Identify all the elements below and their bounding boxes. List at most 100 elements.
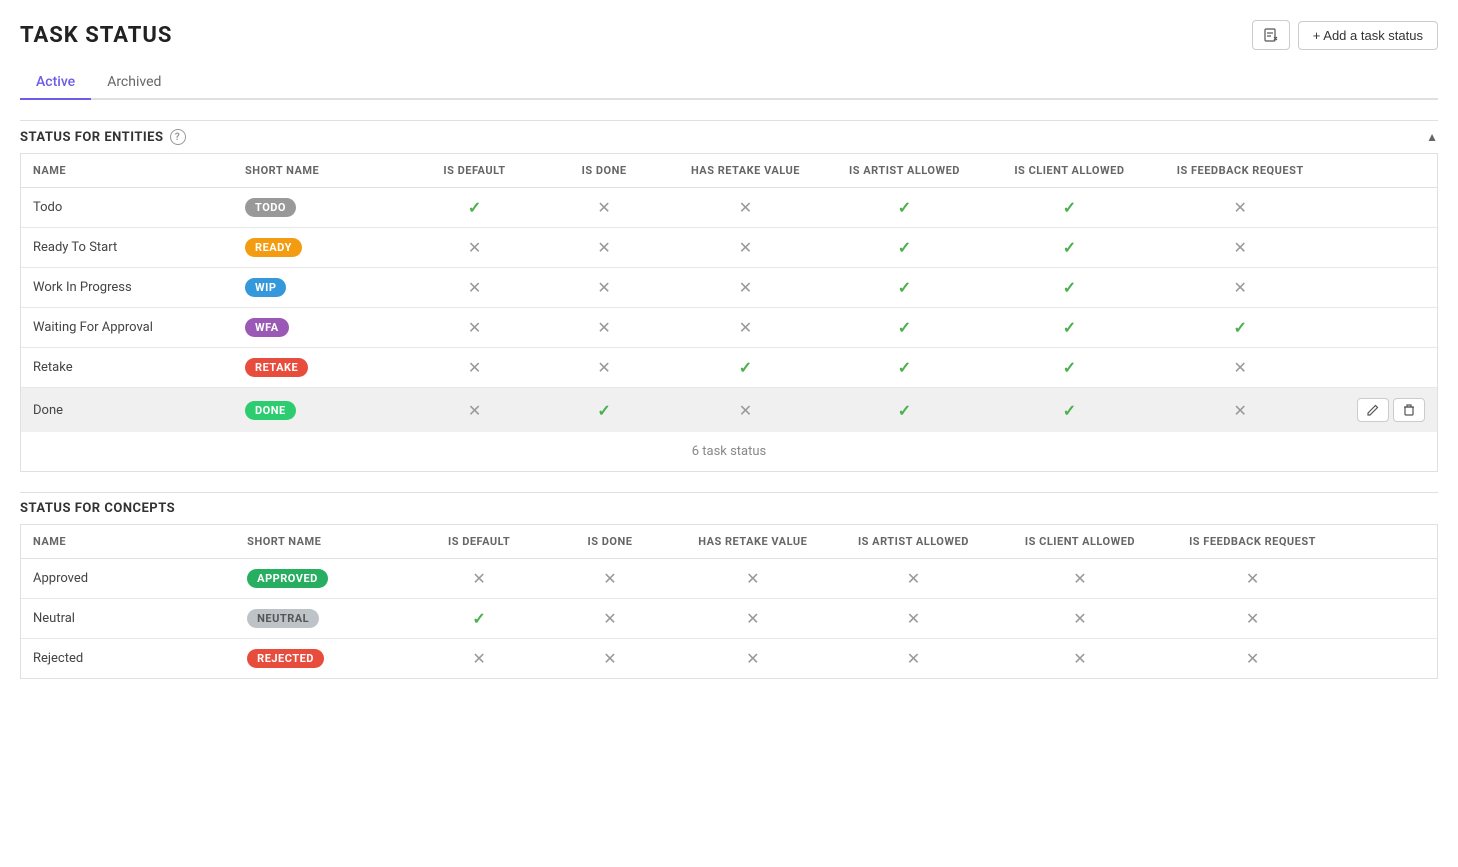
- row-short-name: READY: [233, 228, 410, 268]
- row-feedback-request: ✓: [1152, 308, 1329, 348]
- row-has-retake: ✕: [675, 599, 830, 639]
- row-has-retake: ✕: [669, 308, 822, 348]
- status-badge: DONE: [245, 401, 296, 420]
- table-row: Ready To Start READY ✕ ✕ ✕ ✓ ✓ ✕: [21, 228, 1437, 268]
- row-actions-cell: [1329, 308, 1437, 348]
- row-has-retake: ✕: [669, 268, 822, 308]
- row-is-default: ✕: [414, 559, 545, 599]
- concepts-col-header-client-allowed: IS CLIENT ALLOWED: [997, 525, 1164, 559]
- tab-archived[interactable]: Archived: [91, 66, 177, 100]
- entities-help-icon[interactable]: ?: [170, 129, 186, 145]
- row-feedback-request: ✕: [1152, 388, 1329, 433]
- table-row: Approved APPROVED ✕ ✕ ✕ ✕ ✕ ✕: [21, 559, 1437, 599]
- header-actions: + Add a task status: [1252, 20, 1438, 50]
- concepts-col-header-feedback-request: IS FEEDBACK REQUEST: [1163, 525, 1341, 559]
- row-short-name: APPROVED: [235, 559, 413, 599]
- export-icon: [1263, 27, 1279, 43]
- table-row: Work In Progress WIP ✕ ✕ ✕ ✓ ✓ ✕: [21, 268, 1437, 308]
- status-badge: WFA: [245, 318, 289, 337]
- col-header-feedback-request: IS FEEDBACK REQUEST: [1152, 154, 1329, 188]
- row-is-done: ✕: [545, 599, 676, 639]
- row-is-done: ✕: [539, 188, 669, 228]
- row-client-allowed: ✕: [997, 599, 1164, 639]
- row-name: Ready To Start: [21, 228, 233, 268]
- row-is-default: ✕: [410, 308, 540, 348]
- row-has-retake: ✕: [669, 388, 822, 433]
- col-header-client-allowed: IS CLIENT ALLOWED: [987, 154, 1152, 188]
- row-is-done: ✓: [539, 388, 669, 433]
- entities-table: NAME SHORT NAME IS DEFAULT IS DONE HAS R…: [21, 154, 1437, 432]
- row-feedback-request: ✕: [1152, 188, 1329, 228]
- row-client-allowed: ✓: [987, 268, 1152, 308]
- concepts-col-header-is-done: IS DONE: [545, 525, 676, 559]
- row-is-done: ✕: [539, 268, 669, 308]
- col-header-name: NAME: [21, 154, 233, 188]
- row-actions-cell: [1342, 639, 1437, 679]
- row-name: Waiting For Approval: [21, 308, 233, 348]
- col-header-actions: [1329, 154, 1437, 188]
- concepts-section-title: STATUS FOR CONCEPTS: [20, 501, 175, 516]
- delete-button[interactable]: [1393, 398, 1425, 422]
- row-is-default: ✓: [410, 188, 540, 228]
- page-header: TASK STATUS + Add a task status: [20, 20, 1438, 50]
- row-name: Approved: [21, 559, 235, 599]
- row-short-name: WIP: [233, 268, 410, 308]
- tab-active[interactable]: Active: [20, 66, 91, 100]
- export-button[interactable]: [1252, 20, 1290, 50]
- concepts-col-header-short-name: SHORT NAME: [235, 525, 413, 559]
- status-badge: REJECTED: [247, 649, 324, 668]
- entities-count: 6 task status: [21, 432, 1437, 471]
- row-actions: [1341, 398, 1425, 422]
- row-feedback-request: ✕: [1152, 348, 1329, 388]
- concepts-col-header-artist-allowed: IS ARTIST ALLOWED: [830, 525, 997, 559]
- concepts-section: STATUS FOR CONCEPTS NAME SHORT NAME IS D…: [20, 492, 1438, 679]
- row-name: Neutral: [21, 599, 235, 639]
- concepts-col-header-has-retake: HAS RETAKE VALUE: [675, 525, 830, 559]
- delete-icon: [1402, 403, 1416, 417]
- row-client-allowed: ✓: [987, 388, 1152, 433]
- row-is-default: ✕: [410, 348, 540, 388]
- row-is-default: ✕: [410, 228, 540, 268]
- tabs-container: Active Archived: [20, 66, 1438, 100]
- col-header-is-default: IS DEFAULT: [410, 154, 540, 188]
- row-name: Done: [21, 388, 233, 433]
- table-row: Neutral NEUTRAL ✓ ✕ ✕ ✕ ✕ ✕: [21, 599, 1437, 639]
- status-badge: TODO: [245, 198, 296, 217]
- row-actions-cell: [1329, 228, 1437, 268]
- row-short-name: DONE: [233, 388, 410, 433]
- entities-section-title: STATUS FOR ENTITIES ?: [20, 129, 186, 145]
- table-row: Rejected REJECTED ✕ ✕ ✕ ✕ ✕ ✕: [21, 639, 1437, 679]
- edit-icon: [1366, 403, 1380, 417]
- row-has-retake: ✕: [675, 559, 830, 599]
- col-header-artist-allowed: IS ARTIST ALLOWED: [822, 154, 987, 188]
- row-is-done: ✕: [539, 348, 669, 388]
- row-short-name: TODO: [233, 188, 410, 228]
- row-short-name: WFA: [233, 308, 410, 348]
- row-has-retake: ✕: [669, 188, 822, 228]
- row-is-default: ✕: [414, 639, 545, 679]
- entities-table-wrapper: NAME SHORT NAME IS DEFAULT IS DONE HAS R…: [20, 154, 1438, 472]
- row-name: Rejected: [21, 639, 235, 679]
- row-artist-allowed: ✓: [822, 348, 987, 388]
- edit-button[interactable]: [1357, 398, 1389, 422]
- row-feedback-request: ✕: [1152, 228, 1329, 268]
- row-client-allowed: ✓: [987, 308, 1152, 348]
- row-artist-allowed: ✓: [822, 188, 987, 228]
- row-artist-allowed: ✕: [830, 599, 997, 639]
- row-name: Retake: [21, 348, 233, 388]
- concepts-table-header: NAME SHORT NAME IS DEFAULT IS DONE HAS R…: [21, 525, 1437, 559]
- add-task-status-button[interactable]: + Add a task status: [1298, 21, 1438, 50]
- concepts-col-header-actions: [1342, 525, 1437, 559]
- col-header-short-name: SHORT NAME: [233, 154, 410, 188]
- row-actions-cell: [1329, 188, 1437, 228]
- row-is-done: ✕: [545, 559, 676, 599]
- row-feedback-request: ✕: [1163, 639, 1341, 679]
- table-row: Waiting For Approval WFA ✕ ✕ ✕ ✓ ✓ ✓: [21, 308, 1437, 348]
- status-badge: NEUTRAL: [247, 609, 319, 628]
- concepts-col-header-name: NAME: [21, 525, 235, 559]
- col-header-has-retake: HAS RETAKE VALUE: [669, 154, 822, 188]
- entities-collapse-icon[interactable]: ▲: [1426, 130, 1438, 144]
- row-actions-cell: [1342, 599, 1437, 639]
- row-is-default: ✕: [410, 268, 540, 308]
- concepts-table: NAME SHORT NAME IS DEFAULT IS DONE HAS R…: [21, 525, 1437, 678]
